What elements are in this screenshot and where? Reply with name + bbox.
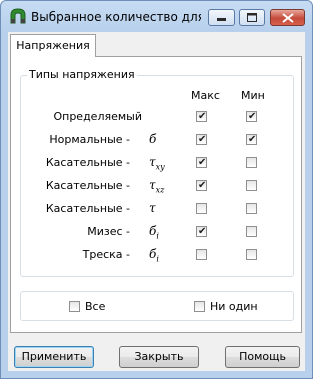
stress-min-checkbox[interactable] <box>246 157 257 168</box>
stress-min-checkbox[interactable] <box>246 249 257 260</box>
stress-row-label: Треска - <box>82 248 130 261</box>
stress-row-label: Нормальные - <box>49 133 130 146</box>
group-title: Типы напряжения <box>27 68 137 81</box>
checkmark-icon: ✔ <box>198 226 207 237</box>
minimize-button[interactable] <box>208 9 235 26</box>
stress-min-checkbox[interactable] <box>246 203 257 214</box>
help-button[interactable]: Помощь <box>225 346 300 368</box>
maximize-button[interactable] <box>239 9 265 26</box>
stress-min-checkbox[interactable]: ✔ <box>246 134 257 145</box>
stress-max-checkbox[interactable]: ✔ <box>196 226 207 237</box>
dialog-window: Выбранное количество для п... Напряжения… <box>0 0 313 379</box>
stress-row-label: Определяемый <box>53 110 142 123</box>
stress-row-label: Касательные - <box>45 179 130 192</box>
stress-row-label: Касательные - <box>45 202 130 215</box>
close-button[interactable]: Закрыть <box>119 346 199 368</box>
stress-row-label: Мизес - <box>87 225 130 238</box>
select-all-label: Все <box>85 300 106 313</box>
column-header-max: Макс <box>191 89 220 102</box>
apply-button[interactable]: Применить <box>14 346 94 368</box>
checkmark-icon: ✔ <box>198 134 207 145</box>
dialog-client-area: Напряжения Типы напряжения Макс Мин Опре… <box>8 32 305 371</box>
tab-stresses[interactable]: Напряжения <box>10 34 96 57</box>
checkmark-icon: ✔ <box>198 111 207 122</box>
app-icon <box>10 8 26 24</box>
stress-symbol: τxy <box>149 155 165 172</box>
stress-max-checkbox[interactable]: ✔ <box>196 111 207 122</box>
checkmark-icon: ✔ <box>198 157 207 168</box>
maximize-icon <box>247 13 257 22</box>
stress-max-checkbox[interactable] <box>196 249 207 260</box>
window-title: Выбранное количество для п... <box>31 10 201 24</box>
stress-max-checkbox[interactable]: ✔ <box>196 134 207 145</box>
tab-panel-stresses: Типы напряжения Макс Мин Определяемый ✔ ✔ Н… <box>10 56 302 333</box>
stress-row-label: Касательные - <box>45 156 130 169</box>
close-window-button[interactable] <box>270 9 305 26</box>
stress-max-checkbox[interactable] <box>196 203 207 214</box>
close-icon <box>282 13 294 23</box>
stress-symbol: бi <box>149 224 159 241</box>
stress-symbol: τxz <box>149 178 165 195</box>
stress-max-checkbox[interactable]: ✔ <box>196 180 207 191</box>
stress-symbol: б <box>149 132 157 146</box>
stress-symbol: бi <box>149 247 159 264</box>
stress-symbol: τ <box>149 201 156 215</box>
stress-max-checkbox[interactable]: ✔ <box>196 157 207 168</box>
checkmark-icon: ✔ <box>198 180 207 191</box>
checkmark-icon: ✔ <box>248 111 257 122</box>
title-bar[interactable]: Выбранное количество для п... <box>1 1 312 32</box>
stress-min-checkbox[interactable]: ✔ <box>246 111 257 122</box>
checkmark-icon: ✔ <box>248 134 257 145</box>
stress-min-checkbox[interactable] <box>246 180 257 191</box>
select-all-group: Все Ни один <box>20 291 294 321</box>
stress-min-checkbox[interactable] <box>246 226 257 237</box>
column-header-min: Мин <box>241 89 265 102</box>
select-all-checkbox[interactable] <box>69 301 80 312</box>
stress-types-group: Типы напряжения Макс Мин Определяемый ✔ ✔ Н… <box>20 68 294 277</box>
select-none-checkbox[interactable] <box>194 301 205 312</box>
select-none-label: Ни один <box>210 300 258 313</box>
minimize-icon <box>217 18 226 21</box>
